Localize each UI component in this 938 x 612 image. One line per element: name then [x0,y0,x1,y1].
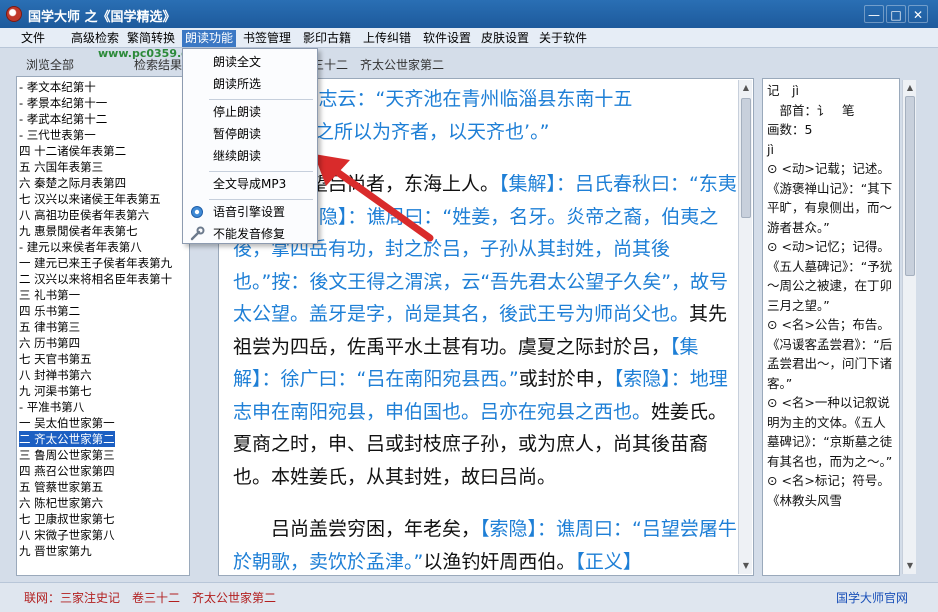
tree-item[interactable]: - 平准书第八 [19,399,84,415]
tree-item[interactable]: 七 卫康叔世家第七 [19,511,115,527]
scroll-up-icon[interactable]: ▲ [905,82,915,94]
status-text: 联网：三家注史记 卷三十二 齐太公世家第二 [24,591,277,605]
menu-separator [209,171,313,172]
dropdown-item[interactable]: 停止朗读 [213,103,261,121]
menu-about[interactable]: 关于软件 [536,30,590,47]
tree-item[interactable]: 四 乐书第二 [19,303,80,319]
scroll-down-icon[interactable]: ▼ [741,560,751,572]
breadcrumb: 卷三十二 齐太公世家第二 [300,58,445,72]
status-bar: 联网：三家注史记 卷三十二 齐太公世家第二 国学大师官网 [0,582,938,612]
close-button[interactable]: ✕ [908,5,928,23]
chapter-tree[interactable]: - 孝文本纪第十 - 孝景本纪第十一 - 孝武本纪第十二 - 三代世表第一四 十二诸侯… [16,76,190,576]
tree-item[interactable]: 二 汉兴以来将相名臣年表第十 [19,271,172,287]
menu-settings[interactable]: 软件设置 [420,30,474,47]
tree-item[interactable]: - 孝武本纪第十二 [19,111,107,127]
dropdown-item[interactable]: 朗读所选 [213,75,261,93]
scroll-thumb[interactable] [905,96,915,276]
gear-icon [191,206,203,218]
wrench-icon [190,226,205,241]
tab-search-results[interactable]: 检索结果 [134,56,182,73]
commentary-text: 【集解】：吕氏春秋曰： [499,173,690,195]
tree-item[interactable]: 九 河渠书第七 [19,383,92,399]
tree-item[interactable]: 四 十二诸侯年表第二 [19,143,126,159]
menu-bar: 文件 高级检索 繁简转换 朗读功能 书签管理 影印古籍 上传纠错 软件设置 皮肤… [0,28,938,48]
dict-sense: ⊙ <动>记忆；记得。《五人墓碑记》：“予犹～周公之被逮，在丁卯三月之望。” [767,239,893,313]
tree-item[interactable]: - 建元以来侯者年表第八 [19,239,142,255]
dict-pinyin: jì [767,141,774,157]
tree-item[interactable]: 九 晋世家第九 [19,543,92,559]
menu-separator [209,99,313,100]
tree-item[interactable]: 八 宋微子世家第八 [19,527,115,543]
dropdown-item[interactable]: 语音引擎设置 [213,203,285,221]
tab-browse-all[interactable]: 浏览全部 [26,56,74,73]
tree-item[interactable]: 六 历书第四 [19,335,80,351]
menu-file[interactable]: 文件 [18,30,48,47]
scroll-up-icon[interactable]: ▲ [741,82,751,94]
tree-item[interactable]: 五 律书第三 [19,319,80,335]
scroll-thumb[interactable] [741,98,751,218]
body-text: 以渔钓奸周西伯。 [423,550,576,573]
dropdown-item[interactable]: 不能发音修复 [213,225,285,243]
dropdown-item[interactable]: 朗读全文 [213,53,261,71]
commentary-text: 【正义】 [575,550,642,573]
menu-convert[interactable]: 繁简转换 [124,30,178,47]
tree-item[interactable]: 九 惠景閒侯者年表第七 [19,223,138,239]
tree-item[interactable]: - 孝文本纪第十 [19,79,96,95]
tree-item[interactable]: 六 秦楚之际月表第四 [19,175,126,191]
tree-item[interactable]: - 孝景本纪第十一 [19,95,107,111]
tree-item[interactable]: - 三代世表第一 [19,127,96,143]
tree-item[interactable]: 一 建元已来王子侯者年表第九 [19,255,172,271]
dict-entry: 记 jì [767,83,799,98]
left-panel: 浏览全部 检索结果 - 孝文本纪第十 - 孝景本纪第十一 - 孝武本纪第十二 - 三代… [12,56,190,576]
dict-sense: ⊙ <动>记载；记述。《游褒禅山记》：“其下平旷，有泉侧出，而～游者甚众。” [767,161,893,235]
paragraph: 吕尚盖尝穷困，年老矣，【索隐】：谯周曰：“吕望尝屠牛於朝歌，卖饮於孟津。”以渔钓… [233,513,739,575]
dict-sense: ⊙ <名>标记；符号。《林教头风雪 [767,473,890,508]
tree-item[interactable]: 五 六国年表第三 [19,159,103,175]
commentary-text: 【索隐】：谯周曰：“吕望尝 [480,518,699,540]
official-site-link[interactable]: 国学大师官网 [836,589,908,606]
dict-sense: ⊙ <名>一种以记叙说明为主的文体。《五人墓碑记》：“京斯墓之徒有其名也，而为之… [767,395,893,469]
dropdown-item[interactable]: 全文导成MP3 [213,175,286,193]
window-title: 国学大师 之《国学精选》 [28,10,176,25]
menu-facsimile[interactable]: 影印古籍 [300,30,354,47]
tree-item[interactable]: 八 封禅书第六 [19,367,92,383]
dropdown-item[interactable]: 暂停朗读 [213,125,261,143]
tree-item[interactable]: 三 鲁周公世家第三 [19,447,115,463]
tree-item[interactable]: 八 高祖功臣侯者年表第六 [19,207,149,223]
body-text: 吕尚盖尝穷困，年老矣， [271,518,481,540]
scroll-down-icon[interactable]: ▼ [905,560,915,572]
tree-item[interactable]: 三 礼书第一 [19,287,80,303]
menu-read-aloud[interactable]: 朗读功能 [182,30,237,47]
tree-item[interactable]: 一 吴太伯世家第一 [19,415,115,431]
main-scrollbar[interactable]: ▲ ▼ [738,80,752,574]
dict-sense: ⊙ <名>公告；布告。《冯谖客孟尝君》：“后孟尝君出～，问门下诸客。” [767,317,893,391]
read-aloud-dropdown: 朗读全文朗读所选停止朗读暂停朗读继续朗读全文导成MP3 语音引擎设置 不能发音修复 [182,48,318,244]
menu-separator [209,199,313,200]
maximize-button[interactable]: □ [886,5,906,23]
body-text: 或封於申， [518,368,614,390]
annotation-arrow-icon [314,154,434,242]
menu-bookmarks[interactable]: 书签管理 [240,30,294,47]
tree-item[interactable]: 七 天官书第五 [19,351,92,367]
tree-item[interactable]: 七 汉兴以来诸侯王年表第五 [19,191,161,207]
dictionary-panel[interactable]: 记 jì 部首：讠 笔 画数：5 jì ⊙ <动>记载；记述。《游褒禅山记》：“… [762,78,900,576]
dropdown-item[interactable]: 继续朗读 [213,147,261,165]
tree-item[interactable]: 六 陈杞世家第六 [19,495,103,511]
left-tabs: 浏览全部 检索结果 [12,56,190,72]
title-bar: 国学大师 之《国学精选》 — □ ✕ [0,0,938,28]
app-logo-icon [6,6,22,22]
dictionary-scrollbar[interactable]: ▲ ▼ [902,80,916,574]
dict-radical: 部首：讠 笔 [767,102,855,118]
menu-advanced-search[interactable]: 高级检索 [68,30,122,47]
menu-skin[interactable]: 皮肤设置 [478,30,532,47]
dictionary-text: 记 jì 部首：讠 笔 画数：5 jì ⊙ <动>记载；记述。《游褒禅山记》：“… [767,81,895,510]
menu-upload-correction[interactable]: 上传纠错 [360,30,414,47]
minimize-button[interactable]: — [864,5,884,23]
tree-item[interactable]: 二 齐太公世家第二 [18,430,116,448]
tree-item[interactable]: 五 管蔡世家第五 [19,479,103,495]
dict-strokes: 画数：5 [767,122,813,137]
tree-item[interactable]: 四 燕召公世家第四 [19,463,115,479]
